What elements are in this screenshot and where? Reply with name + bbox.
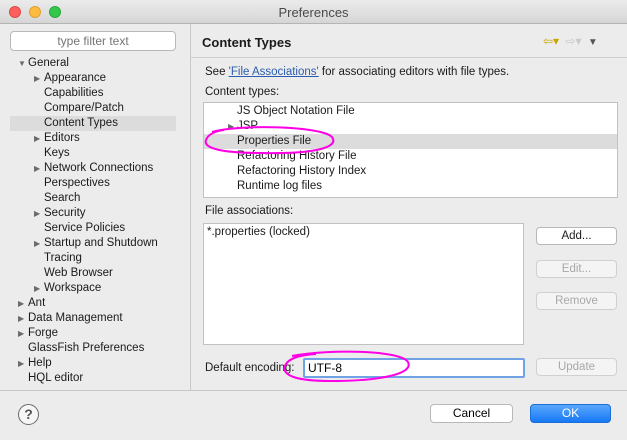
tree-item[interactable]: Content Types bbox=[10, 116, 176, 131]
tree-item-label: Ant bbox=[28, 297, 46, 309]
tree-item[interactable]: ▶ Ant bbox=[18, 296, 45, 311]
list-item[interactable]: Refactoring History Index bbox=[204, 164, 617, 179]
content-types-label: Content types: bbox=[205, 86, 280, 98]
tree-item[interactable]: Perspectives bbox=[34, 176, 110, 191]
tree-item[interactable]: Compare/Patch bbox=[34, 101, 124, 116]
collapsed-arrow-icon[interactable]: ▶ bbox=[18, 311, 28, 326]
tree-item[interactable]: ▶ Help bbox=[18, 356, 52, 371]
edit-button[interactable]: Edit... bbox=[536, 260, 617, 278]
default-encoding-input[interactable] bbox=[303, 358, 525, 378]
tree-item[interactable]: ▶ Appearance bbox=[34, 71, 106, 86]
help-icon[interactable]: ? bbox=[18, 404, 39, 425]
tree-item-label: Keys bbox=[44, 147, 70, 159]
tree-item-label: Content Types bbox=[44, 117, 118, 129]
tree-item[interactable]: ▼ General bbox=[18, 56, 69, 71]
hint-suffix: for associating editors with file types. bbox=[321, 66, 510, 78]
tree-item-label: Workspace bbox=[44, 282, 102, 294]
forward-arrow-icon[interactable]: ⇨▾ bbox=[565, 34, 581, 48]
file-associations-link[interactable]: 'File Associations' bbox=[229, 66, 319, 78]
back-arrow-icon[interactable]: ⇦▾ bbox=[543, 34, 559, 48]
tree-item-label: Search bbox=[44, 192, 81, 204]
tree-item[interactable]: Search bbox=[34, 191, 80, 206]
window-title: Preferences bbox=[278, 5, 349, 20]
list-item-label: JSP bbox=[237, 120, 259, 132]
page-navigation: ⇦▾ ⇨▾ ▼ bbox=[543, 34, 601, 48]
panel-divider[interactable] bbox=[190, 24, 191, 390]
list-item-label: Refactoring History File bbox=[237, 150, 357, 162]
tree-item[interactable]: ▶ Data Management bbox=[18, 311, 123, 326]
filter-input[interactable] bbox=[10, 31, 176, 51]
tree-item-label: Forge bbox=[28, 327, 59, 339]
content-types-list[interactable]: JS Object Notation File ▶ JSP Properties Fi… bbox=[203, 102, 618, 198]
tree-item[interactable]: ▶ Startup and Shutdown bbox=[34, 236, 158, 251]
list-item[interactable]: Refactoring History File bbox=[204, 149, 617, 164]
footer-divider bbox=[0, 390, 627, 391]
tree-item-label: GlassFish Preferences bbox=[28, 342, 145, 354]
list-item[interactable]: Properties File bbox=[204, 134, 617, 149]
list-item[interactable]: JS Object Notation File bbox=[204, 104, 617, 119]
collapsed-arrow-icon[interactable]: ▶ bbox=[18, 326, 28, 341]
tree-item-label: Service Policies bbox=[44, 222, 126, 234]
hint-prefix: See bbox=[205, 66, 226, 78]
list-item[interactable]: *.properties (locked) bbox=[207, 226, 310, 238]
default-encoding-label: Default encoding: bbox=[205, 362, 295, 374]
tree-item-label: Help bbox=[28, 357, 52, 369]
collapsed-arrow-icon[interactable]: ▶ bbox=[34, 131, 44, 146]
add-button[interactable]: Add... bbox=[536, 227, 617, 245]
preference-tree: ▼ General ▶ Appearance Capabilities Compare/P… bbox=[8, 56, 188, 386]
collapsed-arrow-icon[interactable]: ▶ bbox=[228, 119, 234, 134]
view-menu-icon[interactable]: ▼ bbox=[588, 37, 598, 48]
tree-item-label: Tracing bbox=[44, 252, 82, 264]
expanded-arrow-icon[interactable]: ▼ bbox=[18, 56, 28, 71]
collapsed-arrow-icon[interactable]: ▶ bbox=[34, 281, 44, 296]
collapsed-arrow-icon[interactable]: ▶ bbox=[34, 71, 44, 86]
list-item[interactable]: Runtime log files bbox=[204, 179, 617, 194]
tree-item-label: Startup and Shutdown bbox=[44, 237, 158, 249]
tree-item[interactable]: GlassFish Preferences bbox=[18, 341, 144, 356]
collapsed-arrow-icon[interactable]: ▶ bbox=[34, 206, 44, 221]
collapsed-arrow-icon[interactable]: ▶ bbox=[34, 236, 44, 251]
tree-item[interactable]: ▶ Forge bbox=[18, 326, 58, 341]
tree-item-label: Compare/Patch bbox=[44, 102, 124, 114]
tree-item-label: Data Management bbox=[28, 312, 123, 324]
page-title: Content Types bbox=[202, 35, 292, 50]
tree-item-label: Web Browser bbox=[44, 267, 113, 279]
list-item-label: Runtime log files bbox=[237, 180, 323, 192]
ok-button[interactable]: OK bbox=[530, 404, 611, 423]
file-associations-hint: See 'File Associations' for associating … bbox=[205, 66, 509, 78]
cancel-button[interactable]: Cancel bbox=[430, 404, 513, 423]
list-item-label: Refactoring History Index bbox=[237, 165, 367, 177]
tree-item[interactable]: Capabilities bbox=[34, 86, 103, 101]
tree-item[interactable]: ▶ Network Connections bbox=[34, 161, 153, 176]
tree-item[interactable]: Tracing bbox=[34, 251, 82, 266]
tree-item[interactable]: Keys bbox=[34, 146, 70, 161]
tree-item[interactable]: Service Policies bbox=[34, 221, 125, 236]
update-button[interactable]: Update bbox=[536, 358, 617, 376]
tree-item[interactable]: ▶ Editors bbox=[34, 131, 80, 146]
list-item-label: Properties File bbox=[237, 135, 312, 147]
tree-item-label: Appearance bbox=[44, 72, 107, 84]
list-item-label: JS Object Notation File bbox=[237, 105, 355, 117]
remove-button[interactable]: Remove bbox=[536, 292, 617, 310]
tree-item[interactable]: Web Browser bbox=[34, 266, 113, 281]
tree-item-label: Perspectives bbox=[44, 177, 110, 189]
tree-item-label: HQL editor bbox=[28, 372, 84, 384]
collapsed-arrow-icon[interactable]: ▶ bbox=[34, 161, 44, 176]
tree-item[interactable]: ▶ Workspace bbox=[34, 281, 101, 296]
tree-item[interactable]: HQL editor bbox=[18, 371, 83, 386]
tree-item-label: Capabilities bbox=[44, 87, 104, 99]
tree-item-label: Security bbox=[44, 207, 86, 219]
title-bar: Preferences bbox=[0, 0, 627, 24]
file-associations-list[interactable]: *.properties (locked) bbox=[203, 223, 524, 345]
header-divider bbox=[191, 57, 627, 58]
collapsed-arrow-icon[interactable]: ▶ bbox=[18, 296, 28, 311]
tree-item[interactable]: ▶ Security bbox=[34, 206, 86, 221]
tree-item-label: General bbox=[28, 57, 69, 69]
collapsed-arrow-icon[interactable]: ▶ bbox=[18, 356, 28, 371]
tree-item-label: Editors bbox=[44, 132, 80, 144]
file-associations-label: File associations: bbox=[205, 205, 294, 217]
tree-item-label: Network Connections bbox=[44, 162, 154, 174]
list-item[interactable]: ▶ JSP bbox=[204, 119, 617, 134]
